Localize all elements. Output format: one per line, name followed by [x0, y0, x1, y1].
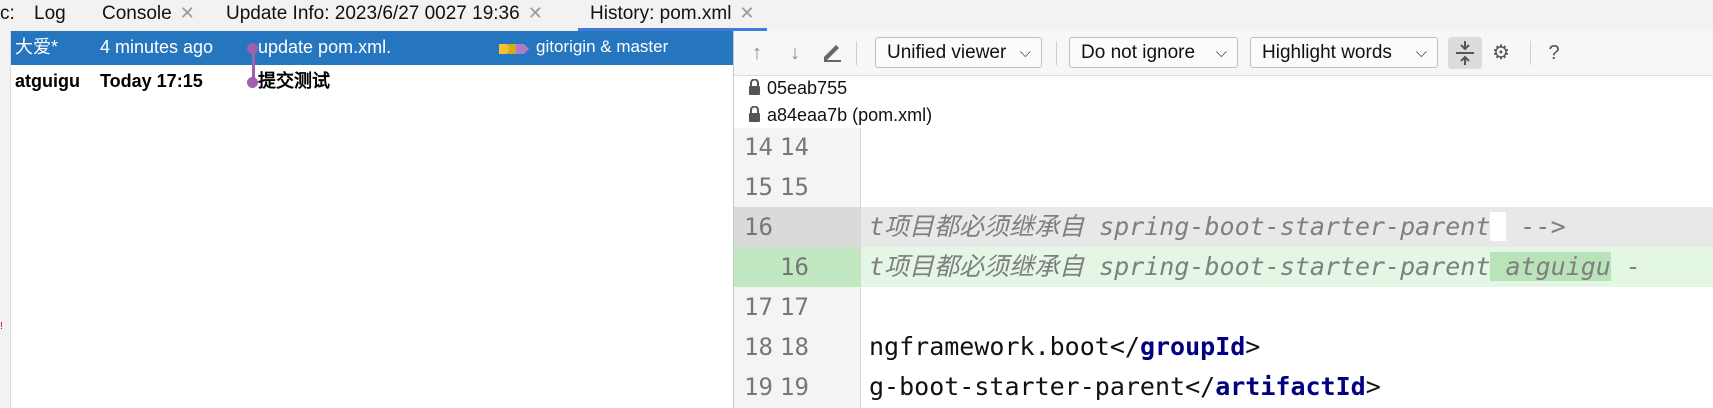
code-plain: ngframework.boot</ — [869, 332, 1140, 361]
code-text: ngframework.boot</groupId> — [869, 327, 1260, 367]
close-icon[interactable]: ✕ — [739, 3, 754, 23]
tab-log[interactable]: Log — [34, 0, 66, 31]
diff-line: 15 15 — [734, 167, 1713, 207]
close-icon[interactable]: ✕ — [528, 3, 543, 23]
code-comment: --> — [1505, 212, 1566, 241]
select-value: Do not ignore — [1081, 42, 1196, 63]
toolbar-separator — [1056, 41, 1057, 65]
tab-label: Log — [34, 3, 66, 24]
diff-line: 18 18 ngframework.boot</groupId> — [734, 327, 1713, 367]
commit-author: 大爱* — [15, 37, 59, 57]
side-toolbar-strip: ! — [0, 31, 11, 408]
settings-gear-icon[interactable]: ⚙ — [1488, 40, 1514, 66]
commit-refs: gitorigin & master — [536, 37, 669, 56]
chevron-down-icon: ⌵ — [1415, 44, 1427, 61]
line-number-right: 15 — [780, 173, 809, 201]
viewer-mode-select[interactable]: Unified viewer ⌵ — [875, 37, 1042, 68]
line-number-left: 16 — [744, 213, 773, 241]
highlight-mode-select[interactable]: Highlight words ⌵ — [1250, 37, 1438, 68]
line-number-left: 14 — [744, 133, 773, 161]
tab-label: c: — [0, 3, 15, 24]
code-plain: > — [1245, 332, 1261, 361]
diff-toolbar: ↑ ↓ Unified viewer ⌵ Do not ignore ⌵ Highl… — [734, 31, 1713, 76]
line-number-right: 18 — [780, 333, 809, 361]
code-plain: g-boot-starter-parent</ — [869, 372, 1216, 401]
line-number-left: 17 — [744, 293, 773, 321]
tab-label: Console — [102, 3, 172, 24]
graph-edge — [252, 48, 255, 82]
lock-icon — [749, 106, 760, 122]
diff-viewer-panel: ↑ ↓ Unified viewer ⌵ Do not ignore ⌵ Highl… — [734, 31, 1713, 408]
edit-source-icon[interactable] — [819, 40, 845, 66]
previous-difference-icon[interactable]: ↑ — [744, 40, 770, 66]
code-text: t项目都必须继承自 spring-boot-starter-parent --> — [869, 207, 1566, 247]
code-comment: t项目都必须继承自 spring-boot-starter-parent — [869, 212, 1491, 241]
code-text: g-boot-starter-parent</artifactId> — [869, 367, 1381, 407]
tab-history-pom[interactable]: History: pom.xml ✕ — [578, 0, 767, 31]
chevron-down-icon: ⌵ — [1019, 44, 1031, 61]
select-value: Highlight words — [1262, 42, 1392, 63]
xml-tag-name: artifactId — [1215, 372, 1366, 401]
code-comment: t项目都必须继承自 spring-boot-starter-parent — [869, 252, 1491, 281]
select-value: Unified viewer — [887, 42, 1007, 63]
commit-log-panel: 大爱* 4 minutes ago update pom.xml. gitori… — [11, 31, 734, 408]
tab-console[interactable]: Console ✕ — [102, 0, 195, 31]
commit-row-selected[interactable]: 大爱* 4 minutes ago update pom.xml. gitori… — [11, 31, 733, 65]
line-number-left: 19 — [744, 373, 773, 401]
help-icon[interactable]: ? — [1541, 40, 1567, 66]
next-difference-icon[interactable]: ↓ — [782, 40, 808, 66]
tab-truncated[interactable]: c: — [0, 0, 15, 31]
xml-tag-name: groupId — [1139, 332, 1246, 361]
revision-label: 05eab755 — [748, 78, 847, 99]
commit-message: 提交测试 — [258, 71, 330, 91]
toolbar-separator — [1530, 41, 1531, 65]
line-number-right: 19 — [780, 373, 809, 401]
tab-label: Update Info: 2023/6/27 0027 19:36 — [226, 3, 520, 24]
diff-line: 19 19 g-boot-starter-parent</artifactId> — [734, 367, 1713, 407]
changed-word-highlight: atguigu — [1490, 252, 1611, 281]
commit-author: atguigu — [15, 71, 80, 91]
toolbar-separator — [856, 41, 857, 65]
caret-gap — [1490, 212, 1506, 241]
revision-hash: a84eaa7b (pom.xml) — [767, 105, 933, 125]
collapse-unchanged-icon[interactable] — [1448, 37, 1482, 69]
error-marker: ! — [0, 321, 3, 332]
tab-update-info[interactable]: Update Info: 2023/6/27 0027 19:36 ✕ — [226, 0, 543, 31]
tab-label: History: pom.xml — [590, 3, 732, 24]
revision-label: a84eaa7b (pom.xml) — [748, 105, 932, 126]
code-comment: - — [1610, 252, 1641, 281]
diff-line-deleted: 16 t项目都必须继承自 spring-boot-starter-parent … — [734, 207, 1713, 247]
diff-line-inserted: 16 t项目都必须继承自 spring-boot-starter-parent … — [734, 247, 1713, 287]
ignore-whitespace-select[interactable]: Do not ignore ⌵ — [1069, 37, 1238, 68]
commit-message: update pom.xml. — [258, 37, 392, 57]
branch-tag-icon — [499, 44, 529, 54]
commit-row[interactable]: atguigu Today 17:15 提交测试 — [11, 65, 733, 99]
line-number-right: 16 — [780, 253, 809, 281]
diff-line: 17 17 — [734, 287, 1713, 327]
line-number-left: 18 — [744, 333, 773, 361]
chevron-down-icon: ⌵ — [1215, 44, 1227, 61]
revision-hash: 05eab755 — [767, 78, 848, 98]
tool-window-tab-bar: c: Log Console ✕ Update Info: 2023/6/27 0… — [0, 0, 1713, 32]
lock-icon — [749, 79, 760, 95]
commit-date: Today 17:15 — [100, 71, 203, 91]
code-text: t项目都必须继承自 spring-boot-starter-parent atg… — [869, 247, 1641, 287]
line-number-right: 17 — [780, 293, 809, 321]
line-number-right: 14 — [780, 133, 809, 161]
close-icon[interactable]: ✕ — [180, 3, 195, 23]
commit-date: 4 minutes ago — [100, 37, 214, 57]
diff-line: 14 14 — [734, 127, 1713, 167]
line-number-left: 15 — [744, 173, 773, 201]
code-plain: > — [1365, 372, 1381, 401]
